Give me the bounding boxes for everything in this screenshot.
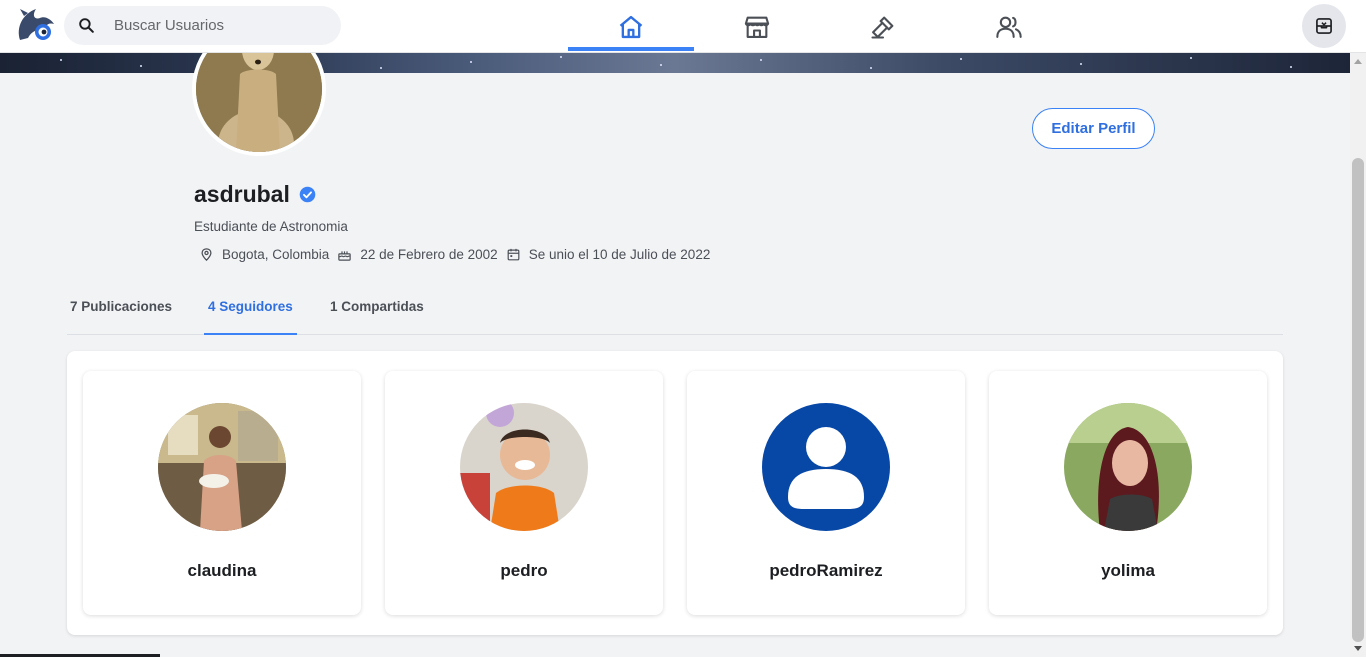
top-navbar xyxy=(0,0,1366,53)
store-icon xyxy=(744,16,770,38)
followers-panel: claudina pedro pedroRamirez yolima xyxy=(67,351,1283,635)
location-pin-icon xyxy=(201,248,212,261)
location-text: Bogota, Colombia xyxy=(222,247,330,262)
search-bar xyxy=(64,6,341,45)
nav-users[interactable] xyxy=(946,0,1072,53)
follower-name[interactable]: claudina xyxy=(83,561,361,581)
edit-profile-button[interactable]: Editar Perfil xyxy=(1032,108,1155,149)
calendar-icon xyxy=(507,248,520,261)
follower-card[interactable]: pedroRamirez xyxy=(687,371,965,615)
nav-store[interactable] xyxy=(694,0,820,53)
follower-avatar[interactable] xyxy=(762,403,890,531)
scrollbar-thumb[interactable] xyxy=(1352,158,1364,642)
default-user-icon xyxy=(762,403,890,531)
joined-item: Se unio el 10 de Julio de 2022 xyxy=(506,247,711,262)
profile-tabs: 7 Publicaciones 4 Seguidores 1 Compartid… xyxy=(67,285,1283,335)
home-icon xyxy=(619,15,643,38)
tab-publicaciones[interactable]: 7 Publicaciones xyxy=(70,299,172,335)
follower-avatar[interactable] xyxy=(460,403,588,531)
follower-name[interactable]: pedro xyxy=(385,561,663,581)
profile-meta: Bogota, Colombia 22 de Febrero de 2002 S… xyxy=(199,247,718,262)
cake-icon xyxy=(338,251,352,261)
profile-name-text: asdrubal xyxy=(194,181,290,207)
follower-card[interactable]: claudina xyxy=(83,371,361,615)
location-item: Bogota, Colombia xyxy=(199,247,329,262)
main-nav xyxy=(568,0,1072,53)
verified-badge-icon xyxy=(299,186,316,203)
tab-seguidores[interactable]: 4 Seguidores xyxy=(204,299,297,335)
follower-name[interactable]: yolima xyxy=(989,561,1267,581)
joined-text: Se unio el 10 de Julio de 2022 xyxy=(528,247,711,262)
archive-icon xyxy=(1316,18,1332,34)
follower-avatar[interactable] xyxy=(158,403,286,531)
tab-compartidas[interactable]: 1 Compartidas xyxy=(330,299,424,335)
nav-home[interactable] xyxy=(568,0,694,53)
birthday-item: 22 de Febrero de 2002 xyxy=(337,247,498,262)
nav-tools[interactable] xyxy=(820,0,946,53)
follower-name[interactable]: pedroRamirez xyxy=(687,561,965,581)
archive-button[interactable] xyxy=(1302,4,1346,48)
scroll-up-icon[interactable] xyxy=(1354,59,1362,64)
app-logo-icon[interactable] xyxy=(14,6,58,46)
birthday-text: 22 de Febrero de 2002 xyxy=(360,247,498,262)
search-icon xyxy=(79,18,94,33)
follower-card[interactable]: yolima xyxy=(989,371,1267,615)
profile-name: asdrubal xyxy=(194,181,316,208)
follower-avatar[interactable] xyxy=(1064,403,1192,531)
search-input[interactable] xyxy=(114,14,324,36)
page-scrollbar[interactable] xyxy=(1350,53,1366,657)
scroll-down-icon[interactable] xyxy=(1354,646,1362,651)
hammer-icon xyxy=(871,16,894,39)
follower-card[interactable]: pedro xyxy=(385,371,663,615)
users-icon xyxy=(996,16,1022,38)
profile-bio: Estudiante de Astronomia xyxy=(194,219,348,234)
